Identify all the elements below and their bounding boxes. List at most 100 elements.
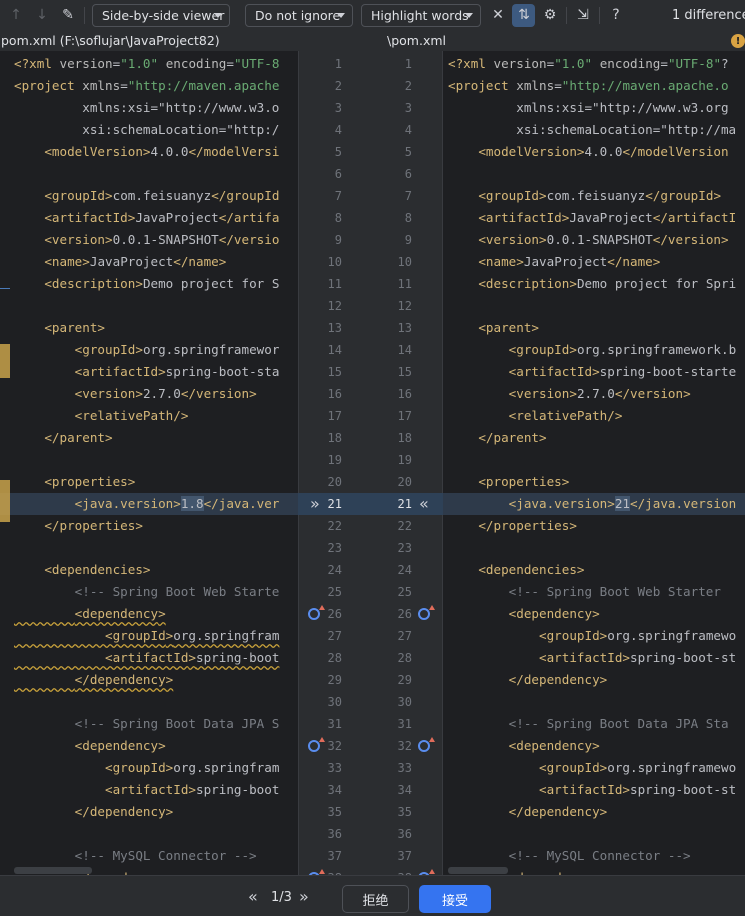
code-line: <version>2.7.0</version> bbox=[74, 386, 257, 401]
file-header: pom.xml (F:\soflujar\JavaProject82) \pom… bbox=[0, 31, 745, 51]
right-line-number: 32 bbox=[397, 739, 412, 753]
left-horizontal-scrollbar[interactable] bbox=[14, 867, 92, 874]
left-line-number: 30 bbox=[327, 695, 342, 709]
collapse-icon[interactable]: ⇲ bbox=[573, 5, 593, 25]
ignore-mode-label: Do not ignore bbox=[255, 8, 341, 23]
code-line: <version>0.0.1-SNAPSHOT</versio bbox=[44, 232, 280, 247]
code-line: <groupId>com.feisuanyz</groupId bbox=[44, 188, 280, 203]
dependency-gutter-icon[interactable] bbox=[308, 605, 325, 620]
chevron-down-icon bbox=[214, 13, 222, 18]
diff-gutter: 1 1 2 2 3 3 4 4 5 5 6 6 7 7 8 8 9 9 10 10 11 11 12 12 13 13 14 14 15… bbox=[298, 51, 443, 875]
arrow-up-icon[interactable]: ↑ bbox=[6, 5, 26, 25]
gear-icon[interactable]: ⚙ bbox=[540, 5, 560, 25]
code-line: <artifactId>spring-boot-st bbox=[539, 782, 737, 797]
right-line-number: 21 bbox=[397, 497, 412, 511]
code-line: </dependency> bbox=[74, 804, 174, 819]
code-line: </dependency> bbox=[508, 672, 608, 687]
right-line-number: 20 bbox=[397, 475, 412, 489]
arrow-down-icon[interactable]: ↓ bbox=[32, 5, 52, 25]
code-line: <description>Demo project for S bbox=[44, 276, 280, 291]
toolbar-separator bbox=[599, 7, 600, 24]
left-line-number: 13 bbox=[327, 321, 342, 335]
code-line: <parent> bbox=[44, 320, 106, 335]
previous-change-button[interactable]: « bbox=[248, 887, 258, 906]
left-line-number: 5 bbox=[334, 145, 342, 159]
left-line-number: 1 bbox=[334, 57, 342, 71]
left-line-number: 6 bbox=[334, 167, 342, 181]
code-line: <groupId>org.springframewo bbox=[539, 628, 737, 643]
left-line-number: 4 bbox=[334, 123, 342, 137]
code-line: <artifactId>JavaProject</artifactI bbox=[478, 210, 737, 225]
ignore-whitespace-dropdown[interactable]: Do not ignore bbox=[245, 4, 353, 27]
left-line-number: 18 bbox=[327, 431, 342, 445]
code-line: <artifactId>spring-boot bbox=[105, 650, 280, 665]
dependency-gutter-icon[interactable] bbox=[418, 737, 435, 752]
viewer-mode-dropdown[interactable]: Side-by-side viewer bbox=[92, 4, 230, 27]
change-tick bbox=[0, 288, 10, 289]
left-editor[interactable]: <?xml version="1.0" encoding="UTF-8 <proj… bbox=[0, 51, 298, 875]
code-line: </properties> bbox=[478, 518, 577, 533]
code-line: <dependency> bbox=[74, 738, 166, 753]
right-line-number: 31 bbox=[397, 717, 412, 731]
left-line-number: 33 bbox=[327, 761, 342, 775]
right-line-number: 2 bbox=[404, 79, 412, 93]
right-line-number: 4 bbox=[404, 123, 412, 137]
bottom-bar: « 1/3 » 拒绝 接受 bbox=[0, 875, 745, 916]
reject-button[interactable]: 拒绝 bbox=[342, 885, 409, 913]
left-line-number: 15 bbox=[327, 365, 342, 379]
code-line: <!-- MySQL Connector --> bbox=[448, 848, 691, 863]
code-line: xsi:schemaLocation="http://ma bbox=[448, 122, 737, 137]
toolbar-separator bbox=[566, 7, 567, 24]
accept-button[interactable]: 接受 bbox=[419, 885, 491, 913]
code-line: <java.version>1.8</java.ver bbox=[74, 496, 280, 511]
right-line-number: 7 bbox=[404, 189, 412, 203]
chevron-down-icon bbox=[465, 13, 473, 18]
right-line-number: 29 bbox=[397, 673, 412, 687]
next-change-button[interactable]: » bbox=[299, 887, 309, 906]
right-horizontal-scrollbar[interactable] bbox=[448, 867, 508, 874]
left-line-number: 10 bbox=[327, 255, 342, 269]
apply-left-arrow-icon[interactable]: » bbox=[310, 493, 320, 515]
code-line: <name>JavaProject</name> bbox=[44, 254, 227, 269]
left-line-number: 28 bbox=[327, 651, 342, 665]
code-line: <groupId>org.springframewor bbox=[74, 342, 280, 357]
right-line-number: 18 bbox=[397, 431, 412, 445]
left-line-number: 3 bbox=[334, 101, 342, 115]
close-diff-icon[interactable]: ✕ bbox=[488, 5, 508, 25]
warning-icon[interactable]: ! bbox=[731, 34, 745, 48]
highlight-mode-dropdown[interactable]: Highlight words bbox=[361, 4, 481, 27]
right-line-number: 1 bbox=[404, 57, 412, 71]
code-line: <groupId>org.springfram bbox=[105, 760, 280, 775]
code-line: <relativePath/> bbox=[74, 408, 189, 423]
apply-right-arrow-icon[interactable]: « bbox=[419, 493, 429, 515]
change-page-indicator: 1/3 bbox=[271, 890, 292, 905]
left-line-number: 24 bbox=[327, 563, 342, 577]
change-marker bbox=[0, 480, 10, 522]
right-line-number: 3 bbox=[404, 101, 412, 115]
left-line-number: 11 bbox=[327, 277, 342, 291]
change-marker bbox=[0, 344, 10, 378]
help-icon[interactable]: ? bbox=[606, 5, 626, 25]
chevron-down-icon bbox=[337, 13, 345, 18]
dependency-gutter-icon[interactable] bbox=[418, 605, 435, 620]
right-line-number: 11 bbox=[397, 277, 412, 291]
left-line-number: 8 bbox=[334, 211, 342, 225]
code-line: <version>2.7.0</version> bbox=[508, 386, 691, 401]
right-line-number: 17 bbox=[397, 409, 412, 423]
code-line: <project xmlns="http://maven.apache.o bbox=[448, 78, 729, 93]
code-line: <artifactId>spring-boot-starte bbox=[508, 364, 737, 379]
right-editor[interactable]: <?xml version="1.0" encoding="UTF-8"? <pr… bbox=[443, 51, 745, 875]
edit-icon[interactable]: ✎ bbox=[58, 5, 78, 25]
left-line-number: 22 bbox=[327, 519, 342, 533]
right-line-number: 6 bbox=[404, 167, 412, 181]
left-line-number: 27 bbox=[327, 629, 342, 643]
left-line-number: 29 bbox=[327, 673, 342, 687]
right-line-number: 16 bbox=[397, 387, 412, 401]
right-line-number: 35 bbox=[397, 805, 412, 819]
left-line-number: 2 bbox=[334, 79, 342, 93]
left-line-number: 16 bbox=[327, 387, 342, 401]
dependency-gutter-icon[interactable] bbox=[308, 737, 325, 752]
right-line-number: 22 bbox=[397, 519, 412, 533]
right-line-number: 12 bbox=[397, 299, 412, 313]
sync-scroll-icon: ⇅ bbox=[518, 7, 530, 23]
